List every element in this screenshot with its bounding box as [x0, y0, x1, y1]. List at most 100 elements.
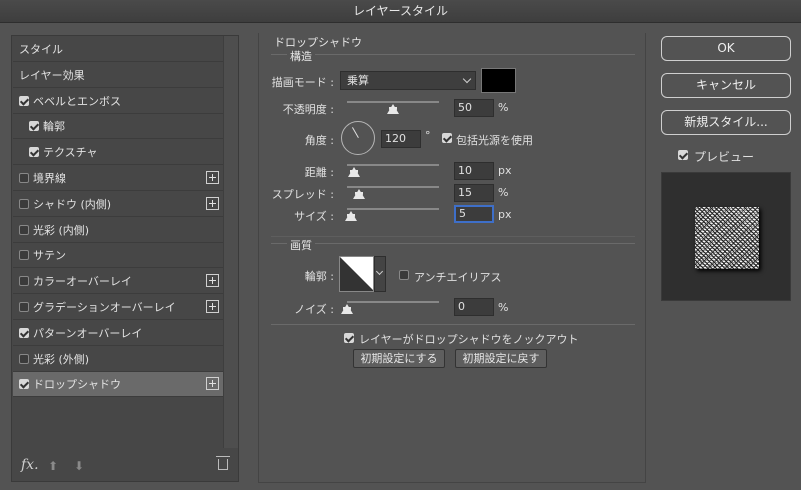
style-list-item[interactable]: 光彩 (内側) [13, 218, 223, 243]
style-list-item[interactable]: パターンオーバーレイ [13, 321, 223, 346]
preview-checkbox[interactable] [678, 150, 688, 160]
distance-label: 距離 : [304, 166, 334, 179]
style-list-label: サテン [33, 249, 66, 263]
add-effect-icon[interactable] [206, 196, 219, 210]
spread-label: スプレッド : [271, 188, 334, 201]
style-checkbox[interactable] [19, 302, 29, 312]
add-effect-icon[interactable] [206, 300, 219, 313]
add-effect-icon[interactable] [206, 274, 219, 288]
chevron-down-icon [462, 74, 472, 84]
style-list-item[interactable]: カラーオーバーレイ [13, 269, 223, 295]
contour-label: 輪郭 : [304, 270, 334, 283]
angle-label: 角度 : [304, 134, 334, 147]
style-checkbox[interactable] [19, 224, 29, 235]
style-list-label: カラーオーバーレイ [33, 275, 132, 289]
knockout-checkbox[interactable] [344, 333, 354, 343]
style-list-label: テクスチャ [43, 146, 98, 160]
styles-list-panel: スタイルレイヤー効果ベベルとエンボス輪郭テクスチャ境界線シャドウ (内側) 光彩 … [11, 35, 239, 482]
opacity-label: 不透明度 : [282, 103, 334, 116]
spread-unit: % [498, 186, 509, 199]
shadow-color-swatch[interactable] [481, 68, 516, 93]
style-checkbox[interactable] [19, 379, 29, 390]
style-list-label: グラデーションオーバーレイ [33, 301, 176, 314]
style-checkbox[interactable] [19, 173, 29, 183]
opacity-input[interactable]: 50 [454, 99, 494, 117]
style-list-label: パターンオーバーレイ [33, 326, 143, 340]
style-list-label: ベベルとエンボス [33, 94, 121, 108]
ok-button[interactable]: OK [661, 36, 791, 61]
chevron-down-icon [375, 267, 384, 276]
style-list-label: 境界線 [33, 172, 66, 185]
style-list-item[interactable]: 境界線 [13, 166, 223, 191]
preview-area [661, 172, 791, 301]
move-up-icon[interactable]: ⬆ [48, 459, 58, 473]
make-default-button[interactable]: 初期設定にする [353, 349, 445, 368]
global-light-label: 包括光源を使用 [456, 134, 533, 147]
quality-title: 画質 [287, 237, 315, 253]
move-down-icon[interactable]: ⬇ [74, 459, 84, 473]
size-slider-thumb[interactable] [345, 211, 357, 221]
size-slider-track[interactable] [347, 208, 439, 210]
style-checkbox[interactable] [19, 327, 29, 338]
structure-title: 構造 [287, 48, 315, 64]
cancel-button[interactable]: キャンセル [661, 73, 791, 98]
fx-icon[interactable]: fx. [21, 457, 39, 473]
add-effect-icon[interactable] [206, 377, 219, 391]
style-list-item[interactable]: 輪郭 [13, 114, 223, 140]
reset-default-button[interactable]: 初期設定に戻す [455, 349, 547, 368]
opacity-unit: % [498, 101, 509, 114]
antialias-label: アンチエイリアス [414, 271, 502, 284]
style-checkbox[interactable] [19, 250, 29, 261]
style-list-item[interactable]: ドロップシャドウ [13, 372, 223, 398]
blend-mode-label: 描画モード : [271, 76, 334, 89]
spread-input[interactable]: 15 [454, 184, 494, 202]
distance-input[interactable]: 10 [454, 162, 494, 180]
noise-slider-track[interactable] [347, 301, 439, 303]
style-list-item[interactable]: シャドウ (内側) [13, 192, 223, 217]
styles-list-scrollbar[interactable] [223, 36, 238, 448]
spread-slider-track[interactable] [347, 186, 439, 188]
trash-icon[interactable] [216, 456, 230, 470]
style-list-item[interactable]: 光彩 (外側) [13, 347, 223, 372]
styles-list-footer: fx. ⬆ ⬇ [12, 451, 238, 481]
opacity-slider-track[interactable] [347, 101, 439, 103]
global-light-checkbox[interactable] [442, 133, 452, 143]
style-list-item[interactable]: スタイル [13, 37, 223, 62]
style-list-item[interactable]: レイヤー効果 [13, 63, 223, 88]
style-checkbox[interactable] [29, 121, 39, 132]
style-checkbox[interactable] [19, 353, 29, 364]
angle-input[interactable]: 120 [381, 130, 421, 148]
distance-slider-thumb[interactable] [348, 167, 360, 177]
style-checkbox[interactable] [19, 276, 29, 287]
style-list-item[interactable]: ベベルとエンボス [13, 89, 223, 114]
style-list-label: レイヤー効果 [19, 68, 85, 82]
angle-dial[interactable] [341, 121, 375, 155]
angle-unit: ° [425, 129, 431, 142]
add-effect-icon[interactable] [206, 171, 219, 184]
distance-unit: px [498, 164, 512, 177]
spread-slider-thumb[interactable] [353, 189, 365, 199]
style-checkbox[interactable] [19, 95, 29, 106]
noise-label: ノイズ : [294, 303, 334, 316]
window-title: レイヤースタイル [0, 0, 801, 23]
noise-unit: % [498, 301, 509, 314]
style-list-item[interactable]: サテン [13, 243, 223, 269]
size-input[interactable]: 5 [454, 205, 494, 223]
style-checkbox[interactable] [19, 198, 29, 209]
size-label: サイズ : [294, 210, 334, 223]
antialias-checkbox[interactable] [399, 270, 409, 280]
contour-preview[interactable] [339, 256, 374, 292]
style-list-item[interactable]: グラデーションオーバーレイ [13, 295, 223, 320]
distance-slider-track[interactable] [347, 164, 439, 166]
style-list-label: スタイル [19, 43, 63, 56]
noise-input[interactable]: 0 [454, 298, 494, 316]
blend-mode-select[interactable]: 乗算 [340, 71, 476, 90]
style-list-item[interactable]: テクスチャ [13, 140, 223, 166]
style-checkbox[interactable] [29, 147, 39, 158]
opacity-slider-thumb[interactable] [387, 104, 399, 114]
new-style-button[interactable]: 新規スタイル... [661, 110, 791, 135]
style-list-label: 光彩 (内側) [33, 223, 90, 237]
contour-dropdown[interactable] [374, 256, 386, 292]
noise-slider-thumb[interactable] [341, 304, 353, 314]
style-list-label: 輪郭 [43, 120, 65, 134]
